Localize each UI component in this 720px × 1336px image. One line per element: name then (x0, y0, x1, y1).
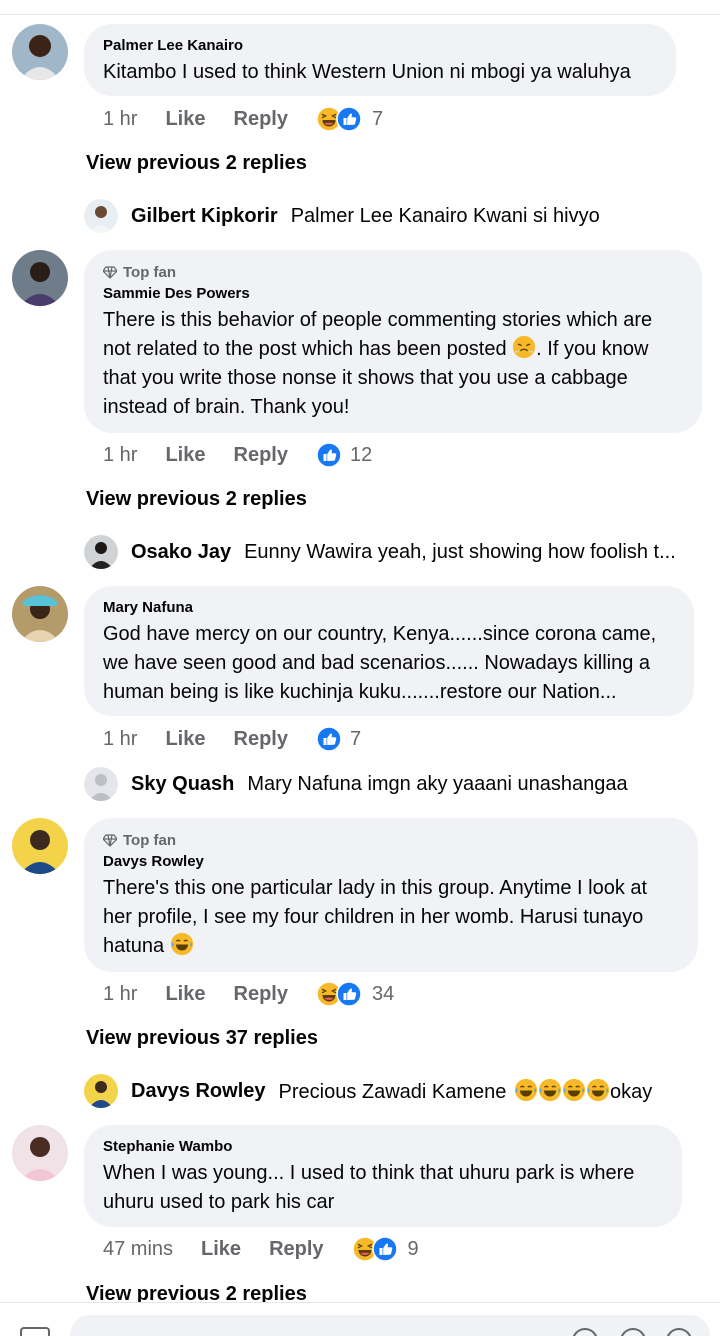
reply-preview[interactable]: Davys Rowley Precious Zawadi Kamene okay (84, 1074, 704, 1108)
avatar[interactable] (12, 1125, 68, 1181)
avatar[interactable] (12, 24, 68, 80)
reply-button[interactable]: Reply (234, 444, 288, 467)
reaction-count: 7 (349, 727, 362, 750)
comment-time[interactable]: 1 hr (103, 728, 137, 751)
comment-bubble: Palmer Lee Kanairo Kitambo I used to thi… (84, 24, 676, 96)
reaction-summary[interactable]: 9 (352, 1236, 419, 1262)
comment-author[interactable]: Davys Rowley (103, 852, 678, 872)
like-button[interactable]: Like (165, 444, 205, 467)
reply-text: Precious Zawadi Kamene okay (279, 1078, 652, 1104)
reply-author[interactable]: Sky Quash (131, 773, 234, 796)
comment-input[interactable] (70, 1315, 710, 1336)
reply-button[interactable]: Reply (234, 728, 288, 751)
top-fan-badge: Top fan (102, 262, 682, 282)
view-previous-replies[interactable]: View previous 37 replies (86, 1027, 318, 1050)
comment-time[interactable]: 1 hr (103, 108, 137, 131)
comment-actions: 1 hr Like Reply 12 (103, 440, 372, 470)
reaction-summary[interactable]: 34 (316, 981, 394, 1007)
reply-button[interactable]: Reply (234, 983, 288, 1006)
comment-text: There's this one particular lady in this… (103, 877, 648, 957)
top-fan-badge: Top fan (102, 830, 678, 850)
tears-of-joy-emoji-icon (170, 932, 194, 956)
comment-bubble: Stephanie Wambo When I was young... I us… (84, 1125, 682, 1227)
like-emoji-icon (372, 1236, 398, 1262)
camera-icon[interactable] (20, 1327, 50, 1336)
comment-actions: 1 hr Like Reply 7 (103, 724, 361, 754)
like-button[interactable]: Like (201, 1238, 241, 1261)
comment-bubble: Top fan Davys Rowley There's this one pa… (84, 818, 698, 972)
top-divider (0, 14, 720, 15)
reply-author[interactable]: Davys Rowley (131, 1080, 266, 1103)
reaction-count: 12 (349, 443, 373, 466)
tears-of-joy-emoji-icon (562, 1078, 586, 1102)
comment-actions: 1 hr Like Reply 7 (103, 104, 383, 134)
comment-author[interactable]: Mary Nafuna (103, 598, 674, 618)
view-previous-replies[interactable]: View previous 2 replies (86, 152, 307, 175)
diamond-icon (102, 833, 118, 847)
reply-button[interactable]: Reply (234, 108, 288, 131)
avatar[interactable] (84, 767, 118, 801)
like-emoji-icon (336, 981, 362, 1007)
comment-text: God have mercy on our country, Kenya....… (103, 623, 657, 703)
comment-text: When I was young... I used to think that… (103, 1162, 635, 1213)
reaction-summary[interactable]: 7 (316, 726, 361, 752)
comment-actions: 1 hr Like Reply 34 (103, 979, 394, 1009)
like-button[interactable]: Like (165, 108, 205, 131)
comment-text: Kitambo I used to think Western Union ni… (103, 61, 631, 83)
comment-time[interactable]: 1 hr (103, 444, 137, 467)
reply-button[interactable]: Reply (269, 1238, 323, 1261)
reply-text: Palmer Lee Kanairo Kwani si hivyo (290, 204, 600, 227)
reply-preview[interactable]: Gilbert Kipkorir Palmer Lee Kanairo Kwan… (84, 199, 704, 233)
avatar[interactable] (12, 250, 68, 306)
reply-author[interactable]: Osako Jay (131, 541, 231, 564)
like-button[interactable]: Like (165, 728, 205, 751)
diamond-icon (102, 265, 118, 279)
comment-time[interactable]: 47 mins (103, 1238, 173, 1261)
like-button[interactable]: Like (165, 983, 205, 1006)
reaction-summary[interactable]: 7 (316, 106, 383, 132)
avatar[interactable] (84, 199, 118, 233)
comment-bubble: Top fan Sammie Des Powers There is this … (84, 250, 702, 433)
comment-bubble: Mary Nafuna God have mercy on our countr… (84, 586, 694, 716)
comment-text: There is this behavior of people comment… (103, 309, 653, 418)
like-emoji-icon (316, 726, 342, 752)
reaction-count: 34 (371, 982, 395, 1005)
reply-text: Mary Nafuna imgn aky yaaani unashangaa (247, 772, 628, 795)
comment-author[interactable]: Palmer Lee Kanairo (103, 36, 656, 56)
tears-of-joy-emoji-icon (586, 1078, 610, 1102)
reaction-count: 9 (407, 1237, 419, 1260)
reply-author[interactable]: Gilbert Kipkorir (131, 205, 278, 228)
tears-of-joy-emoji-icon (514, 1078, 538, 1102)
comment-actions: 47 mins Like Reply 9 (103, 1234, 419, 1264)
comment-composer (0, 1302, 720, 1336)
view-previous-replies[interactable]: View previous 2 replies (86, 488, 307, 511)
avatar[interactable] (12, 818, 68, 874)
reaction-summary[interactable]: 12 (316, 442, 372, 468)
avatar[interactable] (84, 1074, 118, 1108)
like-emoji-icon (316, 442, 342, 468)
comment-time[interactable]: 1 hr (103, 983, 137, 1006)
like-emoji-icon (336, 106, 362, 132)
reaction-count: 7 (371, 107, 384, 130)
comment-author[interactable]: Stephanie Wambo (103, 1137, 662, 1157)
tears-of-joy-emoji-icon (538, 1078, 562, 1102)
steaming-face-emoji-icon (512, 335, 536, 359)
avatar[interactable] (84, 535, 118, 569)
comment-author[interactable]: Sammie Des Powers (103, 284, 682, 304)
reply-preview[interactable]: Osako Jay Eunny Wawira yeah, just showin… (84, 535, 698, 569)
avatar[interactable] (12, 586, 68, 642)
reply-preview[interactable]: Sky Quash Mary Nafuna imgn aky yaaani un… (84, 767, 704, 801)
reply-text: Eunny Wawira yeah, just showing how fool… (244, 540, 676, 563)
